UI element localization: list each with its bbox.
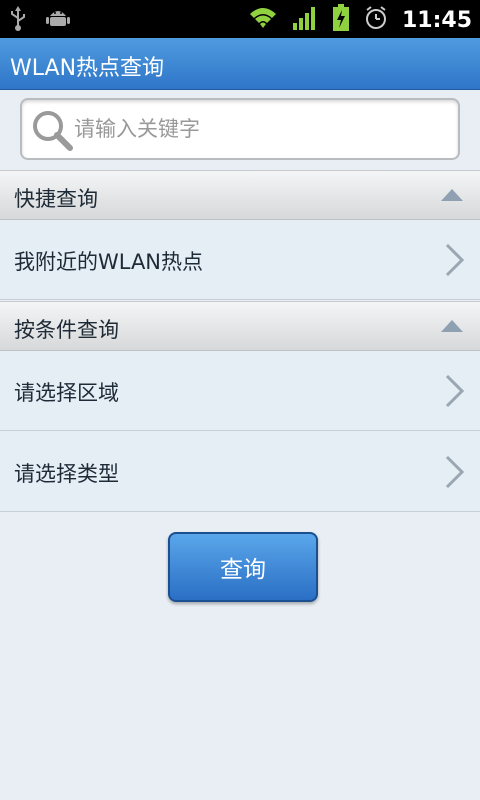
section-header-condition-query[interactable]: 按条件查询 [0, 301, 480, 351]
section-header-label: 按条件查询 [14, 318, 119, 342]
collapse-arrow-icon[interactable] [440, 318, 464, 337]
query-button[interactable]: 查询 [168, 532, 318, 602]
chevron-right-icon [444, 373, 466, 413]
list-item-select-region[interactable]: 请选择区域 [0, 351, 480, 431]
chevron-right-icon [444, 454, 466, 494]
usb-icon [8, 6, 28, 36]
list-item-label: 请选择类型 [14, 462, 119, 486]
android-debug-icon [46, 6, 70, 36]
list-item-select-type[interactable]: 请选择类型 [0, 432, 480, 512]
page-title: WLAN热点查询 [10, 56, 165, 81]
search-input[interactable] [72, 108, 452, 150]
wifi-icon [248, 6, 278, 34]
search-area [0, 90, 480, 170]
battery-charging-icon [332, 4, 350, 36]
search-icon [30, 108, 74, 156]
chevron-right-icon [444, 242, 466, 282]
list-item-nearby-wlan[interactable]: 我附近的WLAN热点 [0, 220, 480, 300]
alarm-icon [364, 6, 388, 34]
status-time: 11:45 [401, 7, 472, 33]
section-header-label: 快捷查询 [14, 187, 98, 211]
section-header-quick-query[interactable]: 快捷查询 [0, 170, 480, 220]
list-item-label: 我附近的WLAN热点 [14, 250, 204, 274]
title-bar: WLAN热点查询 [0, 38, 480, 90]
list-item-label: 请选择区域 [14, 381, 119, 405]
signal-icon [292, 5, 318, 35]
search-box[interactable] [20, 98, 460, 160]
status-bar: 11:45 [0, 0, 480, 38]
collapse-arrow-icon[interactable] [440, 187, 464, 206]
